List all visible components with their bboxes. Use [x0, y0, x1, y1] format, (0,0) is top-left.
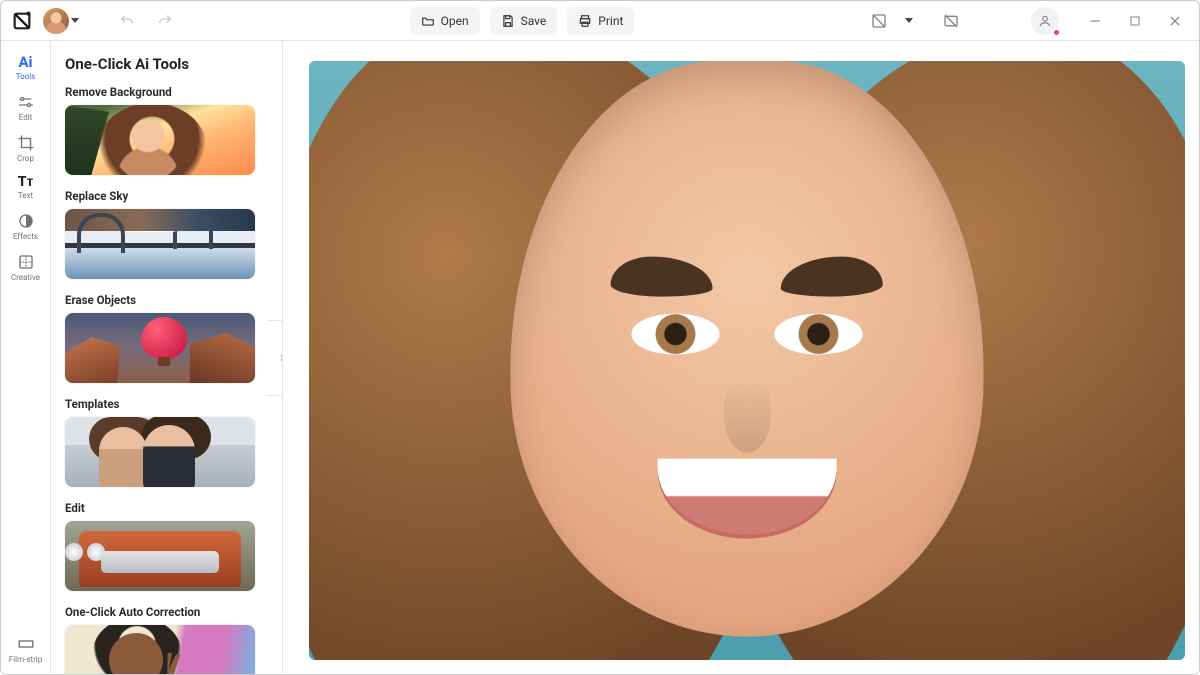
text-icon: Tᴛ [18, 175, 34, 189]
rail-label: Text [18, 192, 33, 200]
tool-label: Remove Background [65, 85, 268, 99]
open-button[interactable]: Open [410, 7, 480, 35]
tool-thumbnail [65, 625, 255, 674]
rail-label: Film-strip [9, 656, 42, 664]
panel-collapse-handle[interactable] [268, 320, 283, 396]
tool-thumbnail [65, 417, 255, 487]
tool-templates[interactable]: Templates [65, 397, 268, 487]
avatar-icon [43, 8, 69, 34]
tool-thumbnail [65, 209, 255, 279]
window-maximize-button[interactable] [1121, 7, 1149, 35]
tool-erase-objects[interactable]: Erase Objects [65, 293, 268, 383]
portrait-illustration [309, 61, 1185, 660]
tool-replace-sky[interactable]: Replace Sky [65, 189, 268, 279]
tool-edit[interactable]: Edit [65, 501, 268, 591]
redo-button[interactable] [151, 7, 179, 35]
rail-item-crop[interactable]: Crop [4, 128, 48, 167]
profile-chip[interactable] [43, 8, 79, 34]
tool-thumbnail [65, 105, 255, 175]
chevron-down-icon [71, 18, 79, 23]
app-logo[interactable] [11, 10, 33, 32]
chevron-right-icon [277, 353, 284, 363]
creative-icon [17, 253, 35, 271]
sliders-icon [17, 93, 35, 111]
save-label: Save [521, 14, 547, 28]
print-label: Print [598, 14, 623, 28]
ai-tools-panel: One-Click Ai Tools Remove Background Rep… [51, 41, 283, 674]
panel-title: One-Click Ai Tools [65, 55, 268, 73]
print-button[interactable]: Print [567, 7, 634, 35]
rail-label: Crop [17, 155, 34, 163]
rail-label: Tools [16, 73, 36, 81]
save-button[interactable]: Save [490, 7, 558, 35]
chevron-down-icon[interactable] [905, 18, 913, 23]
rail-item-creative[interactable]: Creative [4, 247, 48, 286]
rail-label: Creative [11, 274, 40, 282]
tool-label: Replace Sky [65, 189, 268, 203]
film-strip-icon [17, 635, 35, 653]
rail-label: Effects [13, 233, 38, 241]
tool-label: One-Click Auto Correction [65, 605, 268, 619]
effects-icon [17, 212, 35, 230]
undo-button[interactable] [113, 7, 141, 35]
rail-item-edit[interactable]: Edit [4, 87, 48, 126]
open-label: Open [441, 14, 469, 28]
rail-label: Edit [19, 114, 33, 122]
notification-dot-icon [1053, 29, 1060, 36]
tool-label: Edit [65, 501, 268, 515]
tool-thumbnail [65, 521, 255, 591]
ai-icon: Ai [18, 55, 32, 70]
tool-remove-background[interactable]: Remove Background [65, 85, 268, 175]
rail-item-film-strip[interactable]: Film-strip [4, 629, 48, 668]
account-button[interactable] [1031, 7, 1059, 35]
tool-label: Templates [65, 397, 268, 411]
left-rail: Ai Tools Edit Crop Tᴛ Text Effects Creat… [1, 41, 51, 674]
window-close-button[interactable] [1161, 7, 1189, 35]
canvas-area [283, 41, 1199, 674]
no-image-button[interactable] [937, 7, 965, 35]
rail-item-effects[interactable]: Effects [4, 206, 48, 245]
tool-thumbnail [65, 313, 255, 383]
rail-item-ai-tools[interactable]: Ai Tools [4, 49, 48, 85]
crop-icon [17, 134, 35, 152]
rail-item-text[interactable]: Tᴛ Text [4, 169, 48, 204]
window-minimize-button[interactable] [1081, 7, 1109, 35]
top-toolbar: Open Save Print [1, 1, 1199, 41]
tool-label: Erase Objects [65, 293, 268, 307]
image-preview[interactable] [309, 61, 1185, 660]
contrast-button[interactable] [865, 7, 893, 35]
tool-auto-correction[interactable]: One-Click Auto Correction [65, 605, 268, 674]
